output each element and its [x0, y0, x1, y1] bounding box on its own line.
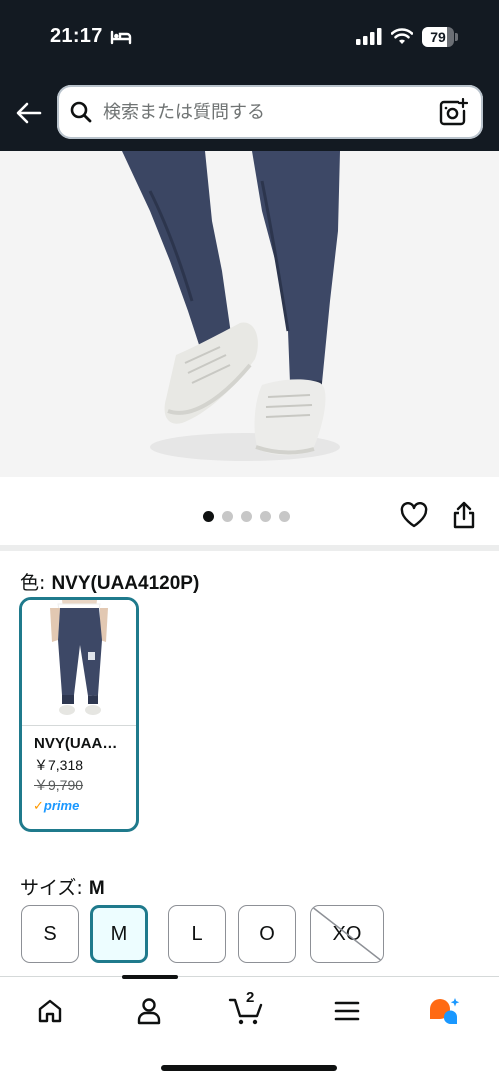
- nav-cart[interactable]: 2: [226, 989, 266, 1031]
- nav-menu[interactable]: [327, 991, 367, 1031]
- size-option-label: M: [110, 922, 128, 945]
- share-icon: [453, 501, 475, 529]
- carousel-dot[interactable]: [222, 511, 233, 522]
- battery-indicator: 79: [422, 27, 458, 47]
- swatch-original-price: ￥9,790: [34, 777, 84, 793]
- nav-active-indicator: [122, 975, 178, 979]
- size-selected-value: M: [88, 878, 105, 899]
- carousel-dot[interactable]: [279, 511, 290, 522]
- home-icon: [38, 999, 62, 1023]
- wifi-icon: [390, 27, 414, 50]
- size-label: サイズ: M: [20, 877, 105, 899]
- sleep-focus-icon: [110, 29, 132, 50]
- swatch-price: ￥7,318: [34, 757, 84, 773]
- status-bar: 21:17 79: [0, 0, 499, 76]
- carousel-dot[interactable]: [241, 511, 252, 522]
- product-photo-pants: [0, 151, 499, 477]
- swatch-name: NVY(UAA…: [34, 735, 118, 752]
- color-selected-value: NVY(UAA4120P): [51, 573, 200, 594]
- heart-icon: [400, 501, 428, 528]
- wishlist-button[interactable]: [400, 501, 428, 533]
- size-option-l[interactable]: L: [168, 905, 226, 963]
- color-swatch-card[interactable]: NVY(UAA… ￥7,318 ￥9,790 ✓prime: [19, 597, 139, 832]
- home-indicator: [161, 1065, 337, 1071]
- image-carousel-dots[interactable]: [203, 511, 290, 522]
- carousel-dot[interactable]: [203, 511, 214, 522]
- unavailable-strike-icon: [311, 906, 383, 962]
- prime-badge: ✓prime: [33, 798, 80, 813]
- search-input[interactable]: [103, 85, 423, 139]
- back-arrow-icon: [16, 102, 42, 124]
- share-button[interactable]: [452, 501, 476, 534]
- search-bar[interactable]: [57, 85, 483, 139]
- bottom-navigation: 2: [0, 975, 499, 1080]
- status-time: 21:17: [50, 25, 103, 47]
- image-controls: [0, 477, 499, 547]
- color-label: 色: NVY(UAA4120P): [20, 572, 200, 594]
- nav-account[interactable]: [129, 991, 169, 1031]
- menu-icon: [334, 1001, 360, 1021]
- size-option-label: L: [191, 922, 203, 945]
- swatch-image: [22, 600, 136, 727]
- cellular-signal-icon: [356, 28, 382, 50]
- carousel-dot[interactable]: [260, 511, 271, 522]
- nav-home[interactable]: [30, 991, 70, 1031]
- product-image[interactable]: [0, 151, 499, 477]
- size-option-m[interactable]: M: [90, 905, 148, 963]
- camera-search-icon[interactable]: [438, 97, 469, 131]
- size-option-s[interactable]: S: [21, 905, 79, 963]
- size-option-label: O: [259, 922, 275, 945]
- assistant-icon: [430, 998, 460, 1024]
- size-option-xo[interactable]: XO: [310, 905, 384, 963]
- nav-assistant[interactable]: [424, 991, 464, 1031]
- cart-count: 2: [246, 989, 255, 1006]
- app-header: 21:17 79: [0, 0, 499, 151]
- size-option-o[interactable]: O: [238, 905, 296, 963]
- account-icon: [137, 998, 161, 1025]
- section-divider: [0, 545, 499, 551]
- search-icon: [69, 100, 93, 129]
- back-button[interactable]: [12, 96, 46, 130]
- battery-level: 79: [430, 29, 446, 45]
- prime-check-icon: ✓: [33, 798, 44, 813]
- size-option-label: S: [43, 922, 57, 945]
